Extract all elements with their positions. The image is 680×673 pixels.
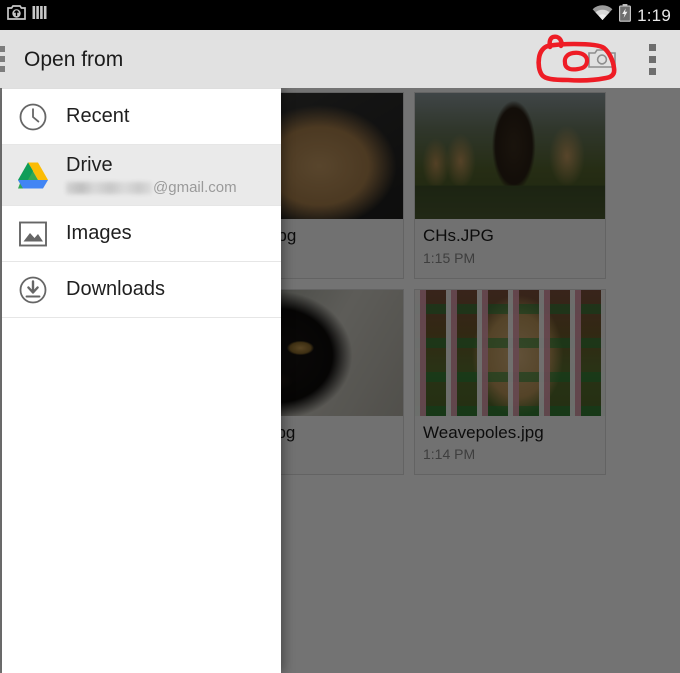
navigation-drawer: Recent Drive @gmail.com Images Downloads — [2, 88, 281, 673]
drawer-handle-icon[interactable] — [0, 46, 6, 72]
sidebar-item-drive[interactable]: Drive @gmail.com — [2, 145, 281, 205]
toolbar-actions — [574, 31, 680, 87]
camera-toolbar-button[interactable] — [574, 31, 630, 87]
sidebar-item-recent[interactable]: Recent — [2, 89, 281, 144]
sidebar-item-text: Downloads — [66, 278, 165, 301]
overflow-menu-button[interactable] — [630, 31, 674, 87]
google-drive-icon — [14, 156, 52, 194]
sidebar-item-label: Recent — [66, 105, 130, 127]
battery-charging-icon — [619, 3, 632, 27]
sidebar-item-text: Drive @gmail.com — [66, 154, 237, 196]
sidebar-item-label: Drive — [66, 153, 113, 176]
sidebar-item-text: Images — [66, 222, 132, 245]
sidebar-item-images[interactable]: Images — [2, 206, 281, 261]
signal-bars-icon — [32, 4, 47, 26]
image-icon — [14, 215, 52, 253]
sidebar-item-downloads[interactable]: Downloads — [2, 262, 281, 317]
status-bar-right-icons: 1:19 — [592, 3, 680, 27]
sidebar-item-label: Downloads — [66, 278, 165, 300]
camera-upload-icon — [7, 4, 26, 26]
download-icon — [14, 271, 52, 309]
app-toolbar: Open from — [0, 30, 680, 88]
status-bar: 1:19 — [0, 0, 680, 30]
redacted-email-local-part — [66, 181, 152, 194]
wifi-icon — [592, 4, 613, 26]
sidebar-item-text: Recent — [66, 105, 129, 128]
status-bar-left-icons — [0, 4, 47, 26]
page-title: Open from — [24, 47, 124, 71]
clock-icon — [14, 98, 52, 136]
email-domain: @gmail.com — [153, 178, 237, 196]
camera-icon — [588, 49, 616, 68]
file-picker-screen: 1:19 Open from Recent Drive @gmail.com I… — [0, 0, 680, 673]
sidebar-item-account: @gmail.com — [66, 179, 237, 196]
status-bar-clock: 1:19 — [637, 5, 671, 25]
sidebar-item-label: Images — [66, 222, 132, 244]
divider — [2, 317, 281, 318]
